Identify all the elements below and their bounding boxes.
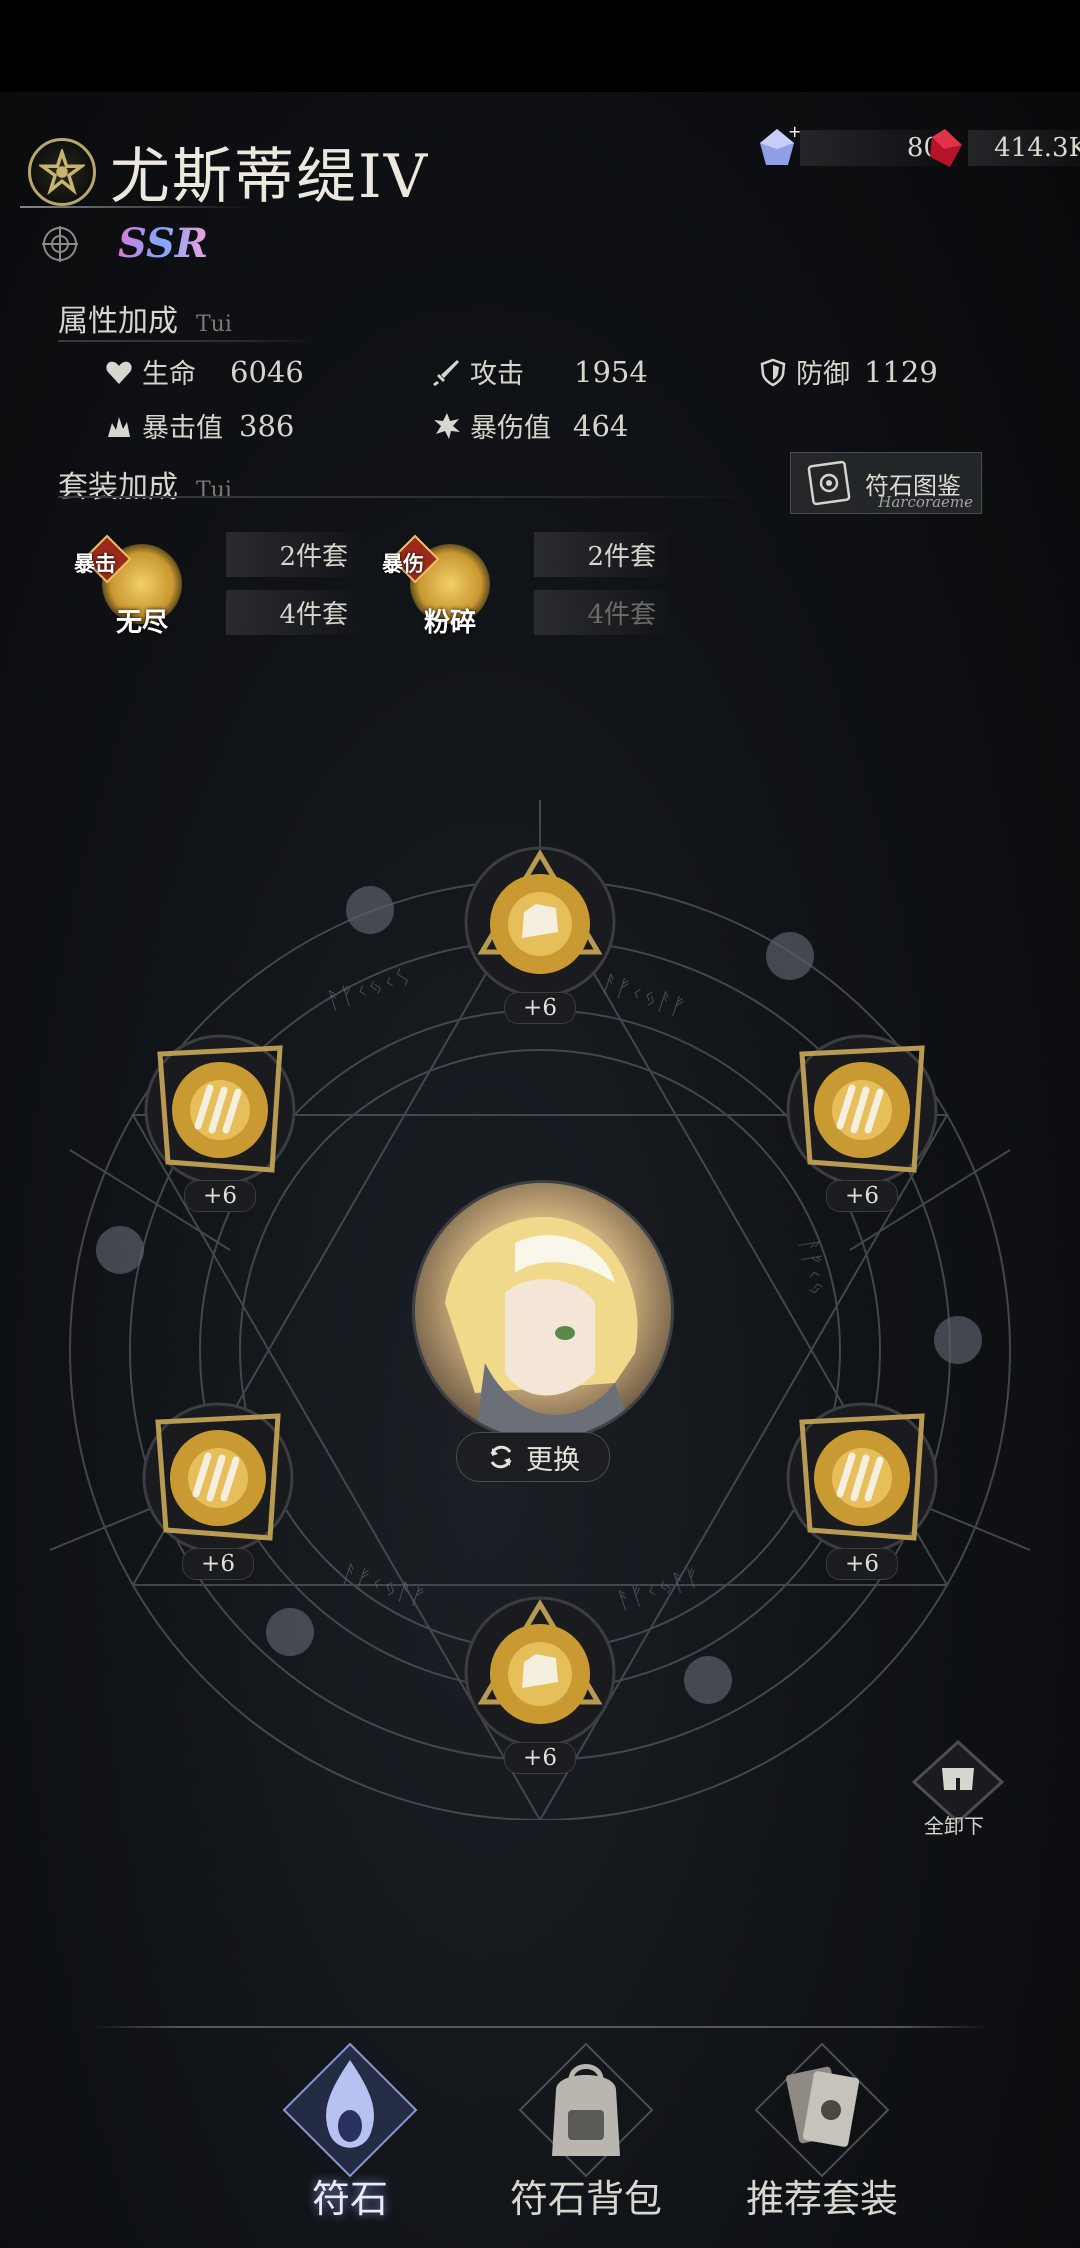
crit-flame-icon — [108, 416, 130, 437]
claw-rune-icon — [142, 1402, 294, 1554]
attributes-sub: Tui — [196, 312, 232, 337]
svg-text:ᚨᚠᚲᛃᚨᚠ: ᚨᚠᚲᛃᚨᚠ — [338, 1559, 429, 1612]
set-tag-label: 暴击 — [74, 551, 116, 576]
rune-codex-button[interactable]: 符石图鉴 Harcoraeme — [790, 452, 982, 514]
slot-level: +6 — [826, 1180, 898, 1212]
claw-rune-icon — [144, 1034, 296, 1186]
attributes-title: 属性加成 Tui — [58, 296, 232, 340]
rune-slot-upper-left[interactable]: +6 — [140, 1030, 300, 1212]
character-name: 尤斯蒂缇IV — [110, 142, 430, 212]
unequip-label: 全卸下 — [924, 1814, 984, 1838]
codex-sub: Harcoraeme — [878, 493, 973, 511]
target-icon — [42, 225, 78, 262]
rarity-row: SSR — [40, 220, 208, 267]
class-star-icon — [28, 137, 96, 206]
attributes-divider — [58, 340, 318, 342]
character-avatar-image — [445, 1216, 638, 1439]
crystal-gem-icon: + — [760, 125, 800, 165]
tab-recommended-sets-label: 推荐套装 — [745, 2177, 898, 2221]
rune-slot-lower-right[interactable]: +6 — [782, 1398, 942, 1580]
refresh-icon — [490, 1445, 512, 1469]
slot-level: +6 — [184, 1180, 256, 1212]
codex-book-icon — [807, 460, 851, 506]
unequip-all-button[interactable]: 全卸下 — [906, 1738, 1010, 1848]
cards-icon — [754, 2042, 890, 2178]
stat-value: 1954 — [574, 354, 648, 389]
stat-value: 1129 — [864, 354, 938, 389]
svg-text:+: + — [788, 125, 800, 141]
sets-divider — [58, 496, 758, 498]
rune-slot-upper-right[interactable]: +6 — [782, 1030, 942, 1212]
stat-label: 防御 — [796, 359, 850, 390]
tab-recommended-sets[interactable]: 推荐套装 — [712, 2040, 932, 2240]
change-character-button[interactable]: 更换 — [456, 1432, 610, 1482]
set-bonus-4: 4件套 — [534, 590, 668, 635]
svg-text:ᚨᚠᚲᛃ: ᚨᚠᚲᛃ — [794, 1236, 832, 1298]
svg-text:ᚨᚠᚲᛃᚨᚠ: ᚨᚠᚲᛃᚨᚠ — [613, 1562, 704, 1615]
set-bonus-4: 4件套 — [226, 590, 360, 635]
ruby-count: 414.3K — [968, 130, 1080, 166]
set-bonus-2: 2件套 — [534, 532, 668, 577]
claw-rune-icon — [786, 1034, 938, 1186]
rune-flame-icon — [282, 2042, 418, 2178]
tab-runes[interactable]: 符石 — [240, 2040, 460, 2240]
fist-rune-icon — [464, 846, 616, 998]
stat-value: 386 — [239, 408, 295, 443]
claw-rune-icon — [786, 1402, 938, 1554]
change-label: 更换 — [526, 1444, 580, 1476]
slot-level: +6 — [182, 1548, 254, 1580]
stat-crit-damage: 暴伤值 464 — [432, 406, 628, 445]
set-tag-label: 暴伤 — [382, 551, 424, 576]
slot-level: +6 — [504, 992, 576, 1024]
set-endless[interactable]: 暴击 无尽 — [74, 530, 190, 640]
currency-crystal[interactable]: + 80 — [754, 125, 948, 170]
tab-rune-bag-label: 符石背包 — [509, 2177, 662, 2221]
character-header: 尤斯蒂缇IV — [28, 128, 429, 215]
nav-divider — [90, 2026, 990, 2028]
rune-slot-bottom[interactable]: +6 — [460, 1592, 620, 1774]
set-shatter[interactable]: 暴伤 粉碎 — [382, 530, 498, 640]
sword-icon — [433, 359, 459, 386]
stat-crit: 暴击值 386 — [104, 406, 294, 445]
heart-icon — [106, 361, 132, 384]
stat-hp: 生命 6046 — [104, 352, 304, 391]
character-portrait[interactable] — [412, 1180, 674, 1442]
sets-title: 套装加成 Tui — [58, 462, 232, 506]
fist-rune-icon — [464, 1596, 616, 1748]
svg-text:ᚨᚠᚲᛃᚲᛊ: ᚨᚠᚲᛃᚲᛊ — [323, 962, 414, 1015]
stat-defense: 防御 1129 — [758, 352, 938, 391]
stat-attack: 攻击 1954 — [432, 352, 648, 391]
rune-slot-top[interactable]: +6 — [460, 842, 620, 1024]
sets-title-text: 套装加成 — [58, 470, 178, 505]
stat-label: 生命 — [142, 359, 196, 390]
attributes-title-text: 属性加成 — [58, 304, 178, 339]
stat-label: 暴击值 — [142, 413, 223, 444]
rarity-badge: SSR — [118, 220, 209, 267]
crit-damage-icon — [434, 412, 460, 439]
slot-level: +6 — [826, 1548, 898, 1580]
shield-icon — [760, 358, 786, 386]
red-ruby-icon — [930, 129, 962, 167]
currency-ruby[interactable]: 414.3K — [922, 126, 1080, 170]
rune-slot-lower-left[interactable]: +6 — [138, 1398, 298, 1580]
sets-sub: Tui — [196, 478, 232, 503]
backpack-icon — [518, 2042, 654, 2178]
stat-label: 攻击 — [470, 359, 524, 390]
stat-value: 6046 — [230, 354, 304, 389]
set-name: 粉碎 — [424, 608, 477, 638]
set-bonus-2: 2件套 — [226, 532, 360, 577]
stat-label: 暴伤值 — [470, 413, 551, 444]
slot-level: +6 — [504, 1742, 576, 1774]
status-bar-area — [0, 0, 1080, 92]
tab-runes-label: 符石 — [311, 2177, 388, 2221]
name-divider — [20, 206, 250, 208]
set-name: 无尽 — [116, 608, 169, 638]
stat-value: 464 — [573, 408, 629, 443]
tab-rune-bag[interactable]: 符石背包 — [476, 2040, 696, 2240]
